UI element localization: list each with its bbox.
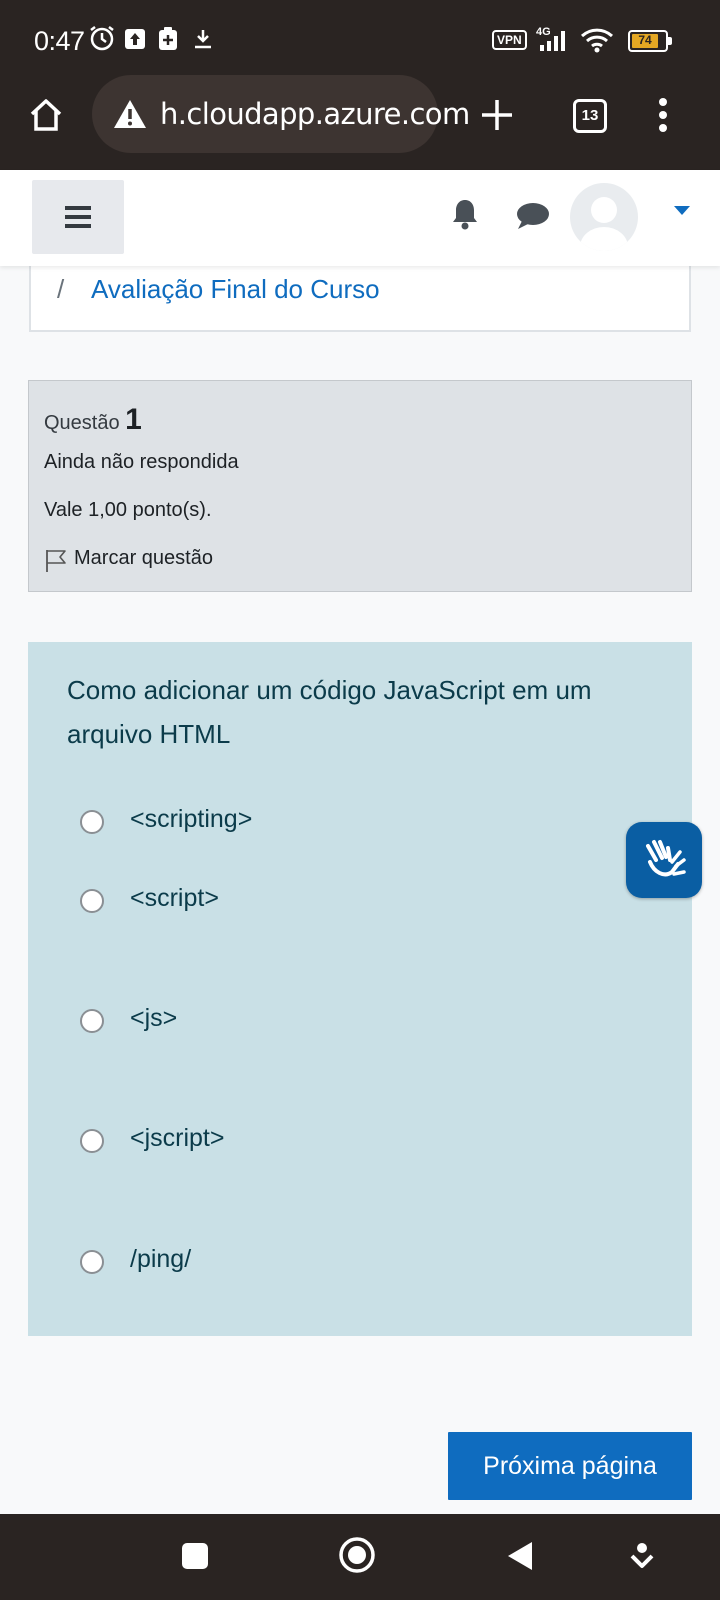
question-info-box: Questão 1 Ainda não respondida Vale 1,00… [28,380,692,592]
question-label: Questão [44,412,120,434]
question-grade: Vale 1,00 ponto(s). [44,499,212,521]
signal-icon [540,31,565,51]
site-navbar [0,170,720,266]
home-icon[interactable] [28,98,64,132]
answer-radio[interactable] [80,1009,104,1033]
more-options-icon[interactable] [658,98,668,132]
tab-switcher-button[interactable]: 13 [573,99,607,133]
wifi-icon [580,28,614,53]
answer-option[interactable]: <script> [80,881,520,921]
flag-question-link[interactable]: Marcar questão [43,545,243,575]
status-time: 0:47 [34,26,85,56]
sign-language-hands-icon [646,840,686,877]
messages-chat-icon[interactable] [516,202,550,230]
battery-level: 74 [638,33,652,47]
answer-label[interactable]: <scripting> [130,805,252,834]
recents-square-icon[interactable] [181,1542,209,1570]
vlibras-accessibility-button[interactable] [626,822,702,898]
system-navigation-bar [0,1514,720,1600]
question-number-value: 1 [125,403,142,436]
alarm-icon [90,26,114,51]
menu-toggle-button[interactable] [32,180,124,254]
answer-radio[interactable] [80,1129,104,1153]
answer-option[interactable]: <scripting> [80,802,520,842]
breadcrumb-link-current[interactable]: Avaliação Final do Curso [91,274,380,305]
answer-radio[interactable] [80,810,104,834]
answer-option[interactable]: <jscript> [80,1121,520,1161]
answer-option[interactable]: <js> [80,1001,520,1041]
url-text[interactable]: h.cloudapp.azure.com [160,97,470,131]
gesture-down-icon[interactable] [630,1542,654,1570]
download-icon [195,30,211,49]
flag-icon [46,550,66,572]
answer-option[interactable]: /ping/ [80,1242,520,1282]
new-tab-icon[interactable] [480,98,514,132]
next-page-button[interactable]: Próxima página [448,1432,692,1500]
status-bar: 0:47 VPN 4G 74 [0,0,720,80]
warning-icon[interactable] [112,98,148,130]
clipboard-icon [159,27,177,50]
breadcrumb-separator: / [57,274,65,304]
question-number: Questão 1 [44,403,142,437]
back-triangle-icon[interactable] [506,1540,534,1572]
user-menu-caret-icon[interactable] [674,206,690,216]
question-text: Como adicionar um código JavaScript em u… [67,675,592,749]
user-avatar[interactable] [570,183,638,251]
upload-icon [125,29,145,49]
answer-label[interactable]: <js> [130,1004,177,1033]
hamburger-icon [65,206,91,228]
answer-radio[interactable] [80,889,104,913]
home-circle-icon[interactable] [338,1536,376,1574]
answer-label[interactable]: <jscript> [130,1124,224,1153]
vpn-badge: VPN [492,30,527,50]
answer-label[interactable]: <script> [130,884,219,913]
user-silhouette-icon [580,197,628,251]
flag-question-label[interactable]: Marcar questão [74,547,213,570]
question-state: Ainda não respondida [44,451,239,473]
question-content: Como adicionar um código JavaScript em u… [28,642,692,1336]
battery-icon: 74 [628,30,672,52]
answer-label[interactable]: /ping/ [130,1245,191,1274]
answer-radio[interactable] [80,1250,104,1274]
notifications-bell-icon[interactable] [451,198,479,230]
